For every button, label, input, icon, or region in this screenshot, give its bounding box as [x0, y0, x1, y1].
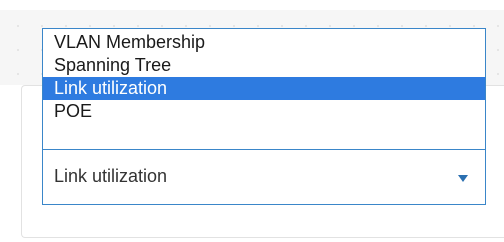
option-poe[interactable]: POE	[43, 100, 485, 123]
view-select[interactable]: Link utilization	[42, 149, 486, 205]
select-current-value: Link utilization	[54, 166, 168, 186]
option-link-utilization[interactable]: Link utilization	[43, 77, 485, 100]
option-vlan-membership[interactable]: VLAN Membership	[43, 31, 485, 54]
option-spanning-tree[interactable]: Spanning Tree	[43, 54, 485, 77]
page: VLAN Membership Spanning Tree Link utili…	[0, 0, 504, 242]
caret-down-icon[interactable]	[458, 175, 468, 182]
dropdown-options-list: VLAN Membership Spanning Tree Link utili…	[42, 28, 486, 149]
